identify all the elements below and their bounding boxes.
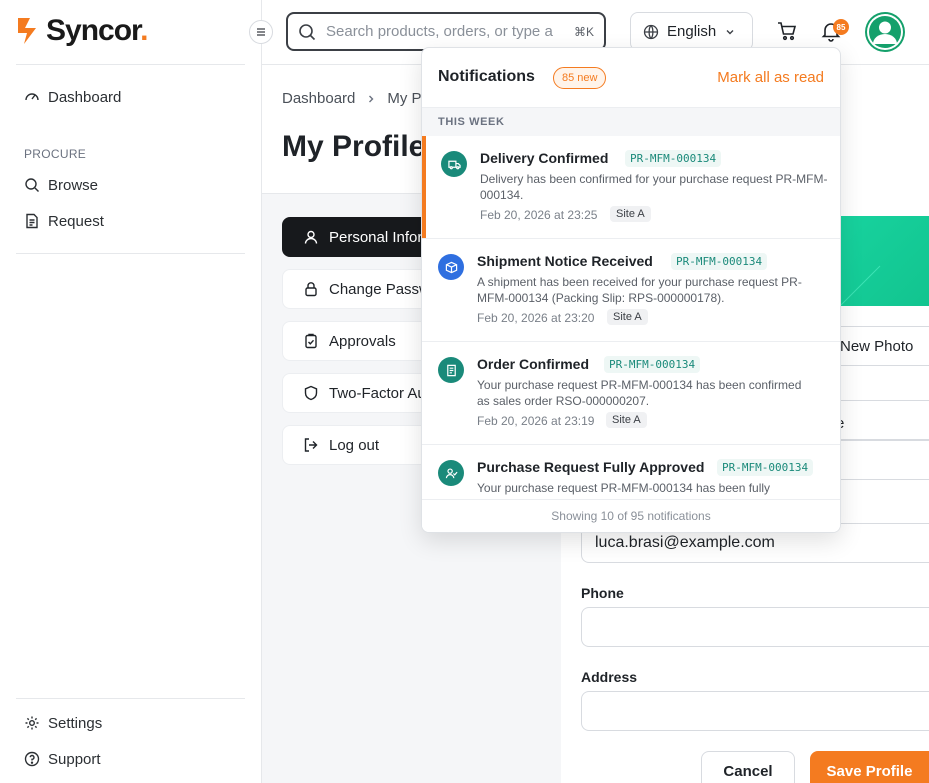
notifications-header: Notifications 85 new Mark all as read (422, 48, 840, 108)
lock-icon (305, 282, 317, 297)
sidebar-item-label: Settings (48, 714, 103, 732)
notification-time: Feb 20, 2026 at 23:19 (477, 414, 595, 428)
document-icon (26, 213, 38, 229)
receipt-icon (438, 357, 464, 383)
help-icon (24, 751, 40, 767)
sidebar-item-browse[interactable]: Browse (24, 173, 98, 197)
notification-title: Order Confirmed (477, 356, 590, 372)
address-field[interactable] (581, 691, 929, 731)
gauge-icon (25, 93, 39, 101)
notification-code[interactable]: PR-MFM-000134 (625, 150, 722, 167)
notification-time: Feb 20, 2026 at 23:20 (477, 311, 595, 325)
divider (16, 253, 245, 254)
divider (16, 64, 245, 65)
clipboard-check-icon (305, 333, 317, 349)
address-label: Address (581, 669, 638, 685)
save-profile-button[interactable]: Save Profile (810, 751, 929, 783)
search-bar[interactable]: Search products, orders, or type a ⌘K (286, 12, 606, 51)
profile-menu-log-out[interactable]: Log out (282, 425, 442, 465)
breadcrumb-root-link[interactable]: Dashboard (282, 90, 355, 107)
user-check-icon (438, 460, 464, 486)
section-label-this-week: THIS WEEK (422, 108, 840, 136)
cart-icon (778, 22, 797, 41)
notification-body: Your purchase request PR-MFM-000134 has … (477, 481, 771, 501)
mark-all-read-link[interactable]: Mark all as read (717, 69, 824, 86)
user-icon (304, 230, 318, 244)
sidebar: Syncor. Dashboard PROCURE Browse Request… (0, 0, 262, 783)
notification-body: Delivery has been confirmed for your pur… (480, 172, 828, 202)
sidebar-item-dashboard[interactable]: Dashboard (24, 85, 121, 109)
site-badge: Site A (607, 309, 648, 325)
user-avatar-icon (867, 14, 903, 50)
cancel-button[interactable]: Cancel (701, 751, 795, 783)
notification-item[interactable]: Order Confirmed PR-MFM-000134 Your purch… (422, 342, 840, 445)
search-shortcut: ⌘K (573, 24, 594, 39)
chevron-right-icon (369, 95, 374, 102)
brand-logo[interactable]: Syncor. (16, 14, 148, 48)
chevron-down-icon (726, 29, 734, 34)
logout-icon (304, 438, 318, 452)
notification-code[interactable]: PR-MFM-000134 (717, 459, 814, 476)
sidebar-item-support[interactable]: Support (24, 747, 101, 771)
profile-menu-label: Log out (329, 436, 380, 454)
notification-item[interactable]: Purchase Request Fully Approved PR-MFM-0… (422, 445, 840, 501)
notifications-panel: Notifications 85 new Mark all as read TH… (421, 47, 841, 533)
section-label-procure: PROCURE (24, 147, 87, 161)
sidebar-item-label: Browse (48, 176, 99, 194)
logo-mark-icon (16, 14, 44, 48)
profile-menu-label: Approvals (329, 332, 396, 350)
notification-time: Feb 20, 2026 at 23:25 (480, 208, 598, 222)
unread-indicator (422, 136, 426, 238)
notifications-footer: Showing 10 of 95 notifications (422, 499, 840, 532)
sidebar-item-settings[interactable]: Settings (24, 711, 102, 735)
globe-icon (643, 24, 659, 39)
profile-menu-personal-info[interactable]: Personal Information (282, 217, 442, 257)
notification-body: A shipment has been received for your pu… (477, 275, 802, 305)
notification-code[interactable]: PR-MFM-000134 (604, 356, 701, 373)
phone-field[interactable] (581, 607, 929, 647)
page-title: My Profile (282, 130, 426, 163)
sidebar-item-label: Request (48, 212, 104, 230)
sidebar-item-label: Dashboard (48, 88, 122, 106)
notification-item[interactable]: Shipment Notice Received PR-MFM-000134 A… (422, 239, 840, 342)
notification-code[interactable]: PR-MFM-000134 (671, 253, 768, 270)
notification-item[interactable]: Delivery Confirmed PR-MFM-000134 Deliver… (422, 136, 840, 239)
search-input[interactable]: Search products, orders, or type a (326, 23, 564, 40)
sidebar-toggle-button[interactable] (249, 20, 273, 44)
sidebar-item-request[interactable]: Request (24, 209, 104, 233)
profile-menu-two-factor[interactable]: Two-Factor Authentication (282, 373, 442, 413)
notification-title: Purchase Request Fully Approved (477, 459, 705, 475)
language-label: English (667, 23, 717, 40)
gear-icon (25, 716, 39, 730)
language-selector[interactable]: English (630, 12, 753, 51)
brand-name: Syncor. (46, 14, 148, 47)
site-badge: Site A (606, 412, 647, 428)
sidebar-item-label: Support (48, 750, 101, 768)
search-icon (25, 178, 39, 192)
package-icon (438, 254, 464, 280)
divider (16, 698, 245, 699)
profile-menu-change-password[interactable]: Change Password (282, 269, 442, 309)
new-count-badge: 85 new (553, 67, 607, 89)
search-icon (299, 23, 316, 40)
profile-menu-approvals[interactable]: Approvals (282, 321, 442, 361)
shield-icon (304, 385, 318, 401)
site-badge: Site A (610, 206, 651, 222)
notifications-title: Notifications (438, 68, 535, 85)
cart-button[interactable] (776, 20, 798, 42)
avatar[interactable] (865, 12, 905, 52)
truck-icon (441, 151, 467, 177)
phone-label: Phone (581, 585, 624, 601)
notification-body: Your purchase request PR-MFM-000134 has … (477, 378, 802, 408)
notification-count-badge: 85 (833, 19, 849, 35)
notification-title: Delivery Confirmed (480, 150, 609, 166)
menu-icon (257, 28, 265, 36)
notification-title: Shipment Notice Received (477, 253, 653, 269)
